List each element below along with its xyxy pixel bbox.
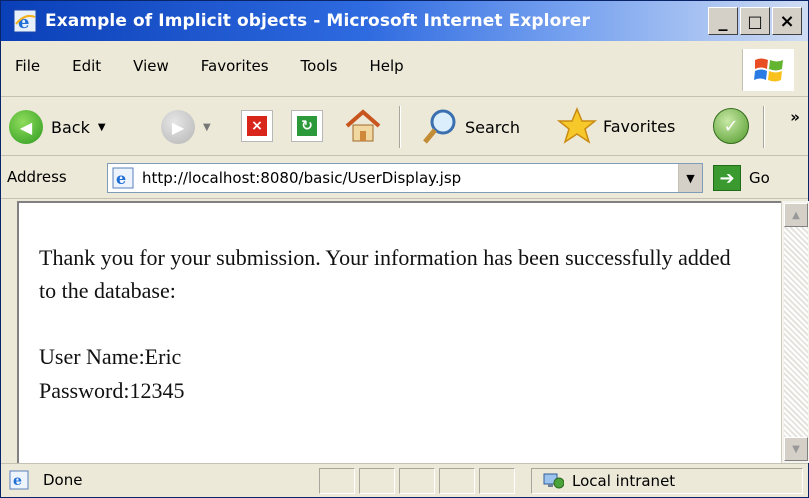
scroll-track[interactable]: [784, 227, 808, 437]
security-zone[interactable]: Local intranet: [531, 468, 803, 494]
go-button[interactable]: ➔ Go: [713, 165, 770, 191]
close-icon: ×: [779, 10, 795, 32]
scroll-up-icon[interactable]: ▲: [784, 203, 808, 227]
home-button[interactable]: [343, 106, 383, 146]
status-pane: [319, 468, 355, 494]
menu-tools[interactable]: Tools: [301, 57, 338, 75]
back-button[interactable]: ◀ Back ▼: [9, 110, 106, 144]
stop-button[interactable]: ×: [241, 110, 273, 142]
back-arrow-icon: ◀: [9, 110, 43, 144]
svg-text:e: e: [13, 473, 22, 489]
svg-text:e: e: [116, 169, 126, 188]
back-label: Back: [51, 117, 90, 137]
user-name-text: User Name:Eric: [39, 344, 182, 369]
search-label: Search: [465, 117, 520, 137]
password-text: Password:12345: [39, 378, 185, 403]
menu-bar: File Edit View Favorites Tools Help: [1, 41, 808, 97]
address-dropdown-icon[interactable]: ▼: [678, 164, 702, 192]
forward-dropdown-icon[interactable]: ▼: [203, 122, 211, 133]
close-button[interactable]: ×: [772, 7, 802, 35]
forward-arrow-icon: ▶: [161, 110, 195, 144]
refresh-button[interactable]: ↻: [291, 110, 323, 142]
menu-favorites[interactable]: Favorites: [201, 57, 269, 75]
go-arrow-icon: ➔: [713, 165, 741, 191]
minimize-icon: _: [718, 10, 728, 32]
maximize-icon: □: [747, 11, 763, 31]
browser-window: e Example of Implicit objects - Microsof…: [0, 0, 809, 498]
status-text: Done: [43, 471, 83, 489]
page-icon: e: [112, 167, 134, 189]
menu-file[interactable]: File: [15, 57, 40, 75]
menu-view[interactable]: View: [133, 57, 169, 75]
zone-label: Local intranet: [572, 472, 676, 490]
status-pane: [359, 468, 395, 494]
status-pane: [479, 468, 515, 494]
toolbar-separator-2: [763, 106, 765, 148]
search-icon: [423, 109, 456, 144]
favorites-button[interactable]: Favorites: [557, 106, 675, 146]
media-button[interactable]: ✓: [713, 108, 749, 144]
window-title: Example of Implicit objects - Microsoft …: [45, 11, 590, 31]
toolbar-chevron-icon[interactable]: »: [790, 108, 800, 126]
page-content: Thank you for your submission. Your info…: [17, 201, 781, 463]
refresh-icon: ↻: [291, 110, 323, 142]
minimize-button[interactable]: _: [708, 7, 738, 35]
home-icon: [345, 109, 381, 142]
confirmation-message: Thank you for your submission. Your info…: [39, 245, 731, 303]
ie-logo-icon: e: [13, 9, 37, 33]
standard-toolbar: ◀ Back ▼ ▶ ▼ × ↻ Search Favorites ✓ »: [1, 98, 808, 156]
title-bar[interactable]: e Example of Implicit objects - Microsof…: [1, 1, 808, 41]
search-button[interactable]: Search: [421, 108, 520, 146]
address-url: http://localhost:8080/basic/UserDisplay.…: [142, 169, 462, 187]
media-icon: ✓: [713, 108, 749, 144]
forward-button[interactable]: ▶ ▼: [161, 110, 211, 144]
local-intranet-icon: [542, 472, 565, 490]
status-bar: e Done Local intranet: [1, 463, 808, 497]
address-label: Address: [7, 168, 67, 186]
status-pane: [439, 468, 475, 494]
status-pane: [399, 468, 435, 494]
address-input[interactable]: e http://localhost:8080/basic/UserDispla…: [107, 163, 703, 193]
scroll-down-icon[interactable]: ▼: [784, 437, 808, 461]
favorites-star-icon: [557, 107, 597, 144]
page-done-icon: e: [9, 470, 29, 490]
toolbar-separator: [399, 106, 401, 148]
menu-help[interactable]: Help: [370, 57, 404, 75]
windows-logo-icon: [742, 49, 794, 91]
go-label: Go: [749, 169, 770, 187]
menu-edit[interactable]: Edit: [72, 57, 101, 75]
stop-icon: ×: [241, 110, 273, 142]
back-dropdown-icon[interactable]: ▼: [98, 122, 106, 133]
maximize-button[interactable]: □: [740, 7, 770, 35]
address-bar: Address e http://localhost:8080/basic/Us…: [1, 157, 808, 199]
vertical-scrollbar[interactable]: ▲ ▼: [781, 201, 809, 463]
favorites-label: Favorites: [603, 116, 676, 136]
